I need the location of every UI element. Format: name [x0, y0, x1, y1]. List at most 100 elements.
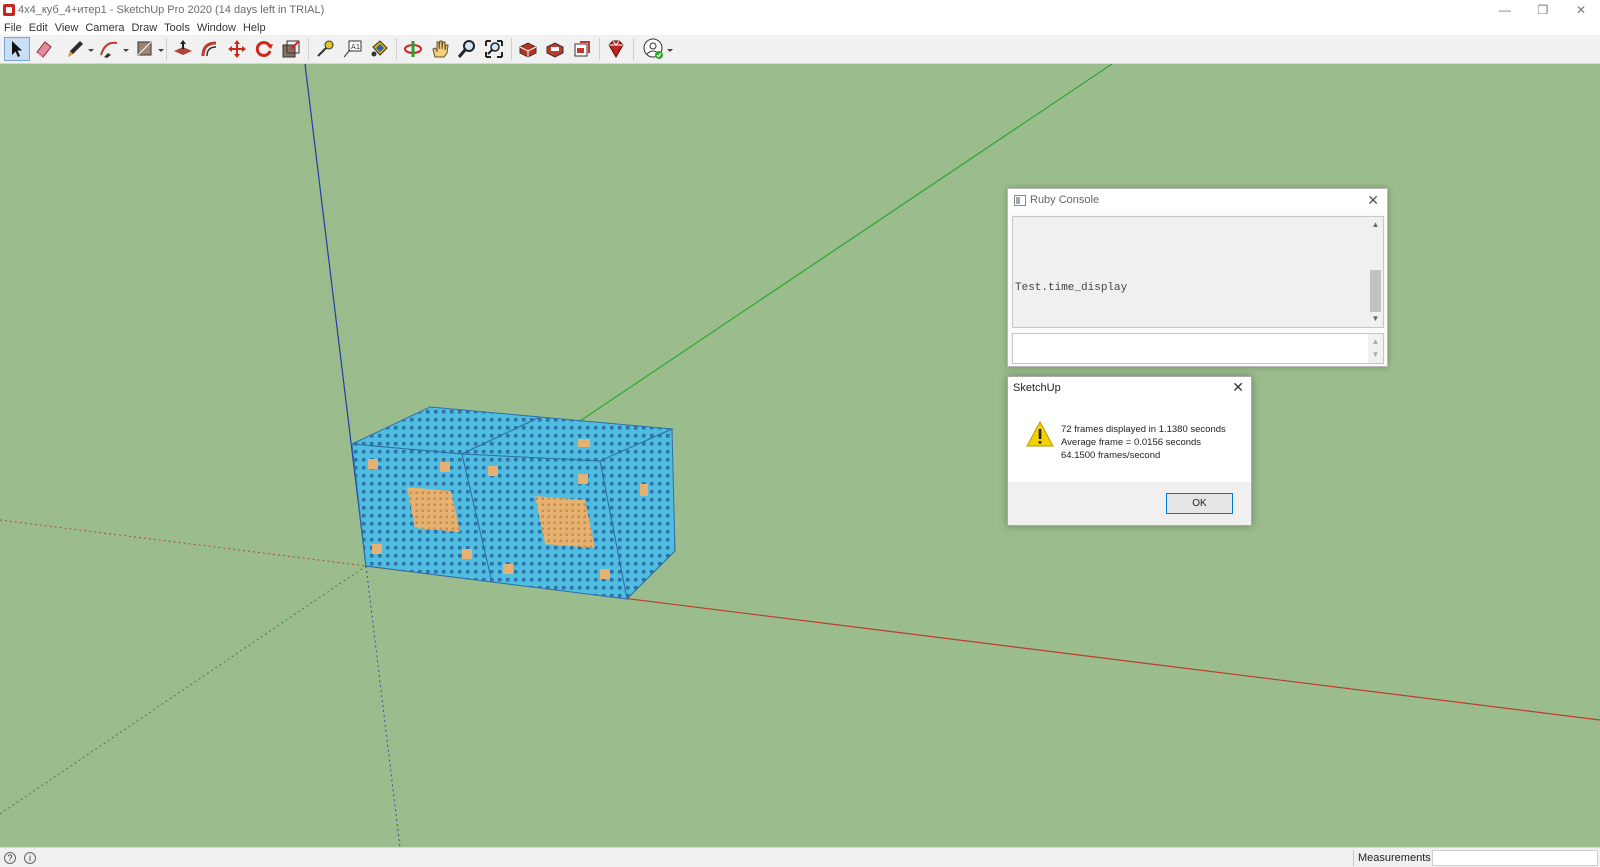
menu-bar: File Edit View Camera Draw Tools Window … [0, 20, 1600, 35]
dialog-title: SketchUp [1013, 382, 1061, 394]
measurements-label: Measurements [1358, 852, 1431, 864]
eraser-icon [36, 41, 52, 58]
window-title: 4x4_куб_4+итер1 - SketchUp Pro 2020 (14 … [18, 4, 325, 16]
zoom-extents-tool-button[interactable] [481, 37, 507, 61]
toolbar-separator [308, 38, 309, 60]
toolbar-separator [599, 38, 600, 60]
menu-draw[interactable]: Draw [127, 22, 160, 34]
window-controls: — ❐ ✕ [1486, 0, 1600, 20]
account-tool-button[interactable] [637, 37, 673, 61]
line-tool-button[interactable] [58, 37, 94, 61]
scroll-down-icon[interactable]: ▼ [1368, 313, 1383, 325]
menu-help[interactable]: Help [239, 22, 269, 34]
tape-measure-tool-button[interactable] [312, 37, 338, 61]
dialog-message: 72 frames displayed in 1.1380 seconds Av… [1061, 423, 1226, 462]
ruby-console-titlebar[interactable]: Ruby Console ✕ [1008, 189, 1387, 211]
menu-edit[interactable]: Edit [25, 22, 51, 34]
offset-icon [201, 41, 217, 57]
select-tool-button[interactable] [4, 37, 30, 61]
blue-axis [304, 64, 367, 567]
scroll-up-icon[interactable]: ▲ [1368, 219, 1383, 231]
sketchup-message-dialog: SketchUp ✕ 72 frames displayed in 1.1380… [1007, 376, 1252, 526]
move-tool-button[interactable] [224, 37, 250, 61]
toolbar-separator [633, 38, 634, 60]
scroll-down-icon[interactable]: ▼ [1368, 349, 1383, 361]
hand-icon [432, 40, 449, 58]
close-icon[interactable]: ✕ [1232, 379, 1244, 396]
menger-cube-right[interactable] [461, 416, 676, 601]
message-line-fps: 64.1500 frames/second [1061, 450, 1161, 461]
console-output-line: Test.time_display [1015, 282, 1128, 294]
paint-bucket-tool-button[interactable] [366, 37, 392, 61]
shapes-tool-button[interactable] [128, 37, 164, 61]
dialog-body: 72 frames displayed in 1.1380 seconds Av… [1008, 399, 1251, 482]
output-scrollbar[interactable]: ▲ ▼ [1368, 217, 1383, 327]
toolbar: A1 [0, 35, 1600, 64]
tape-measure-icon [317, 40, 334, 57]
warning-icon [1026, 421, 1054, 447]
close-window-button[interactable]: ✕ [1562, 0, 1600, 20]
zoom-tool-button[interactable] [454, 37, 480, 61]
rectangle-icon [137, 41, 152, 56]
ruby-console-title: Ruby Console [1030, 194, 1100, 206]
minimize-button[interactable]: — [1486, 0, 1524, 20]
scroll-thumb[interactable] [1370, 270, 1381, 312]
geo-location-icon[interactable]: ? [4, 852, 16, 864]
toolbar-separator [511, 38, 512, 60]
arc-tool-button[interactable] [93, 37, 129, 61]
restore-button[interactable]: ❐ [1524, 0, 1562, 20]
menu-file[interactable]: File [0, 22, 25, 34]
status-divider [1353, 850, 1354, 866]
scene-canvas [0, 64, 1600, 847]
input-scrollbar[interactable]: ▲ ▼ [1368, 334, 1383, 363]
blue-axis-dotted [365, 565, 401, 847]
info-icon[interactable]: i [24, 852, 36, 864]
layout-tool-button[interactable] [569, 37, 595, 61]
zoom-extents-icon [485, 40, 503, 58]
scale-icon [282, 40, 300, 58]
scroll-up-icon[interactable]: ▲ [1368, 336, 1383, 348]
red-axis-dotted [0, 519, 367, 567]
extension-warehouse-icon [546, 42, 564, 58]
layout-icon [574, 41, 590, 57]
rotate-icon [255, 41, 273, 57]
rotate-tool-button[interactable] [251, 37, 277, 61]
close-icon[interactable]: ✕ [1367, 192, 1379, 209]
menu-tools[interactable]: Tools [160, 22, 193, 34]
ruby-console-output[interactable]: Test.time_display ▲ ▼ [1012, 216, 1384, 328]
offset-tool-button[interactable] [197, 37, 223, 61]
svg-text:A1: A1 [351, 43, 360, 51]
extension-manager-tool-button[interactable] [603, 37, 629, 61]
orbit-tool-button[interactable] [400, 37, 426, 61]
text-tool-button[interactable]: A1 [339, 37, 365, 61]
title-bar: 4x4_куб_4+итер1 - SketchUp Pro 2020 (14 … [0, 0, 1600, 20]
ruby-console-window: Ruby Console ✕ Test.time_display ▲ ▼ ▲ ▼ [1007, 188, 1388, 367]
window-icon [1014, 194, 1026, 206]
measurements-input[interactable] [1432, 850, 1598, 866]
text-icon: A1 [343, 40, 362, 58]
menu-view[interactable]: View [51, 22, 82, 34]
push-pull-icon [174, 40, 192, 55]
warehouse-icon [519, 42, 537, 58]
magnifier-icon [457, 40, 475, 58]
extension-warehouse-tool-button[interactable] [542, 37, 568, 61]
model-viewport[interactable] [0, 64, 1600, 847]
menu-camera[interactable]: Camera [81, 22, 127, 34]
account-icon [643, 38, 663, 59]
arc-icon [100, 41, 118, 58]
warehouse-tool-button[interactable] [515, 37, 541, 61]
push-pull-tool-button[interactable] [170, 37, 196, 61]
ruby-console-input[interactable]: ▲ ▼ [1012, 333, 1384, 364]
ok-button[interactable]: OK [1166, 493, 1233, 514]
pan-tool-button[interactable] [427, 37, 453, 61]
green-axis-dotted [0, 565, 367, 815]
arrow-pointer-icon [12, 41, 22, 57]
message-line-average: Average frame = 0.0156 seconds [1061, 437, 1202, 448]
dialog-titlebar[interactable]: SketchUp ✕ [1008, 377, 1251, 399]
message-line-frames: 72 frames displayed in 1.1380 seconds [1061, 424, 1226, 435]
scale-tool-button[interactable] [278, 37, 304, 61]
eraser-tool-button[interactable] [31, 37, 57, 61]
menu-window[interactable]: Window [193, 22, 239, 34]
move-icon [228, 40, 246, 58]
paint-bucket-icon [371, 40, 388, 57]
